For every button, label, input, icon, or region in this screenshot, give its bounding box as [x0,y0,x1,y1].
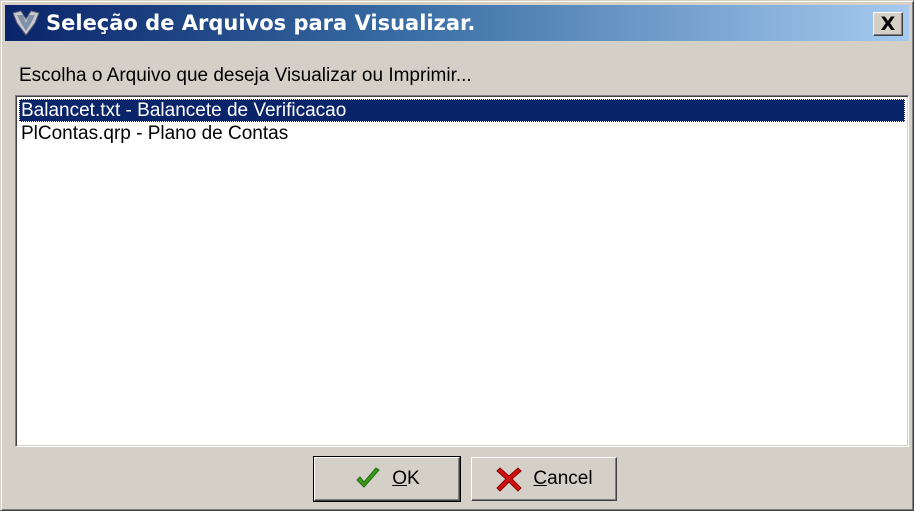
cancel-label: Cancel [533,468,593,489]
prompt-label: Escolha o Arquivo que deseja Visualizar … [19,65,472,86]
list-item[interactable]: PlContas.qrp - Plano de Contas [19,122,905,145]
close-button[interactable]: X [873,12,903,36]
close-icon: X [880,13,896,35]
x-mark-icon [496,467,523,492]
file-selection-dialog: Seleção de Arquivos para Visualizar. X E… [0,0,914,511]
list-item[interactable]: Balancet.txt - Balancete de Verificacao [19,99,905,122]
title-bar[interactable]: Seleção de Arquivos para Visualizar. X [5,5,909,41]
list-item-label: Balancet.txt - Balancete de Verificacao [21,100,347,121]
list-item-label: PlContas.qrp - Plano de Contas [21,123,289,144]
cancel-button[interactable]: Cancel [471,457,617,501]
ok-label: OK [392,468,420,489]
checkmark-icon [356,467,381,488]
ok-button[interactable]: OK [313,456,461,502]
shield-bird-icon [12,10,40,36]
file-list[interactable]: Balancet.txt - Balancete de Verificacao … [15,95,909,447]
window-title: Seleção de Arquivos para Visualizar. [46,11,476,35]
